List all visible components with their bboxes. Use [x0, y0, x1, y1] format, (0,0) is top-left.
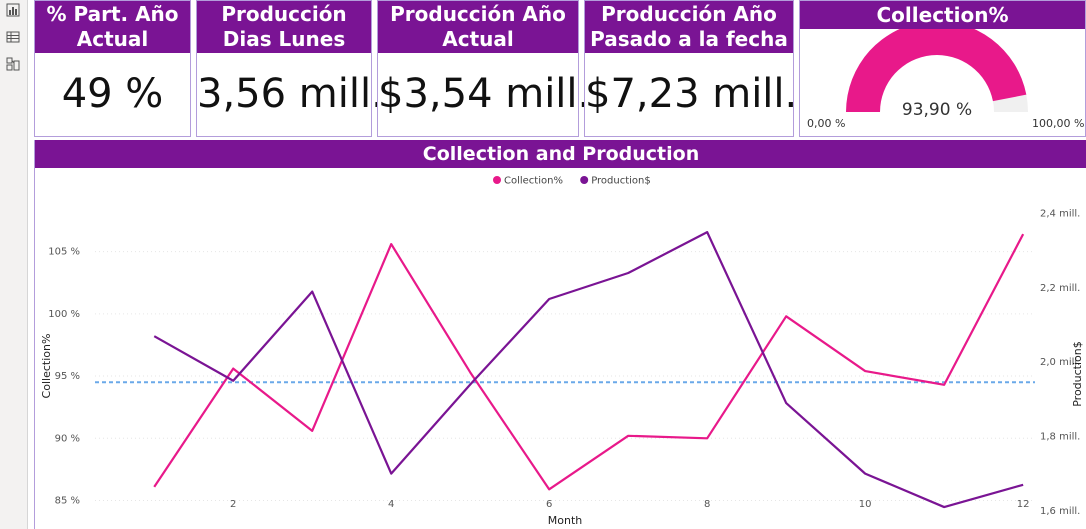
kpi-card-produccion-anio-pasado[interactable]: Producción Año Pasado a la fecha $7,23 m…: [584, 0, 798, 137]
collection-gauge-card[interactable]: Collection% 93,90 % 0,00 % 100,00 %: [799, 0, 1086, 137]
left-tick-label: 90 %: [55, 433, 80, 444]
series-line-production-[interactable]: [153, 231, 1024, 509]
left-tick-label: 95 %: [55, 371, 80, 382]
card-value: 49 %: [61, 71, 164, 117]
x-axis-title: Month: [548, 514, 583, 527]
right-axis-title: Production$: [1071, 341, 1084, 407]
card-value: $3,54 mill.: [378, 71, 591, 117]
right-tick-label: 1,6 mill.: [1040, 506, 1080, 517]
model-view-icon[interactable]: [6, 57, 20, 71]
series-layer: [153, 231, 1025, 509]
chart-legend: Collection% Production$: [493, 176, 651, 187]
x-tick-label: 2: [230, 499, 236, 510]
x-tick-label: 12: [1017, 499, 1030, 510]
legend-marker: [580, 176, 589, 184]
card-title: Producción Año Actual: [378, 1, 578, 53]
card-title: % Part. Año Actual: [35, 1, 190, 53]
x-tick-label: 10: [859, 499, 872, 510]
left-view-rail: [0, 0, 28, 529]
card-title: Producción Año Pasado a la fecha: [585, 1, 793, 53]
card-value: $7,23 mill.: [585, 71, 798, 117]
right-tick-label: 2,4 mill.: [1040, 209, 1080, 220]
kpi-card-part-anio-actual[interactable]: % Part. Año Actual 49 %: [34, 0, 191, 137]
x-tick-label: 4: [388, 499, 394, 510]
legend-label[interactable]: Production$: [591, 176, 651, 187]
kpi-card-produccion-anio-actual[interactable]: Producción Año Actual $3,54 mill.: [377, 0, 591, 137]
x-tick-label: 6: [546, 499, 552, 510]
legend-label[interactable]: Collection%: [504, 176, 563, 187]
left-axis-title: Collection%: [40, 334, 53, 399]
gauge-title: Collection%: [800, 1, 1085, 29]
left-tick-label: 85 %: [55, 496, 80, 507]
chart-title: Collection and Production: [35, 140, 1086, 168]
gauge-min-label: 0,00 %: [807, 117, 845, 130]
left-tick-label: 105 %: [48, 247, 80, 258]
legend-marker: [493, 176, 501, 184]
gauge-value-label: 93,90 %: [902, 100, 972, 120]
card-title: Producción Dias Lunes: [197, 1, 371, 53]
card-value: 3,56 mill.: [197, 71, 384, 117]
left-tick-label: 100 %: [48, 309, 80, 320]
x-tick-label: 8: [704, 499, 710, 510]
kpi-card-produccion-dias-lunes[interactable]: Producción Dias Lunes 3,56 mill.: [196, 0, 384, 137]
report-view-icon[interactable]: [6, 3, 20, 17]
gauge-max-label: 100,00 %: [1032, 117, 1084, 130]
collection-production-chart-panel[interactable]: Collection and Production Collection% Pro…: [34, 140, 1086, 529]
series-line-collection-[interactable]: [153, 233, 1025, 491]
right-tick-label: 2,2 mill.: [1040, 283, 1080, 294]
collection-gauge: 93,90 % 0,00 % 100,00 %: [807, 29, 1084, 130]
right-tick-label: 1,8 mill.: [1040, 431, 1080, 442]
data-view-icon[interactable]: [6, 30, 20, 44]
line-chart[interactable]: Collection% Production$ 85 % 90 % 95 % 100 %…: [35, 168, 1086, 529]
